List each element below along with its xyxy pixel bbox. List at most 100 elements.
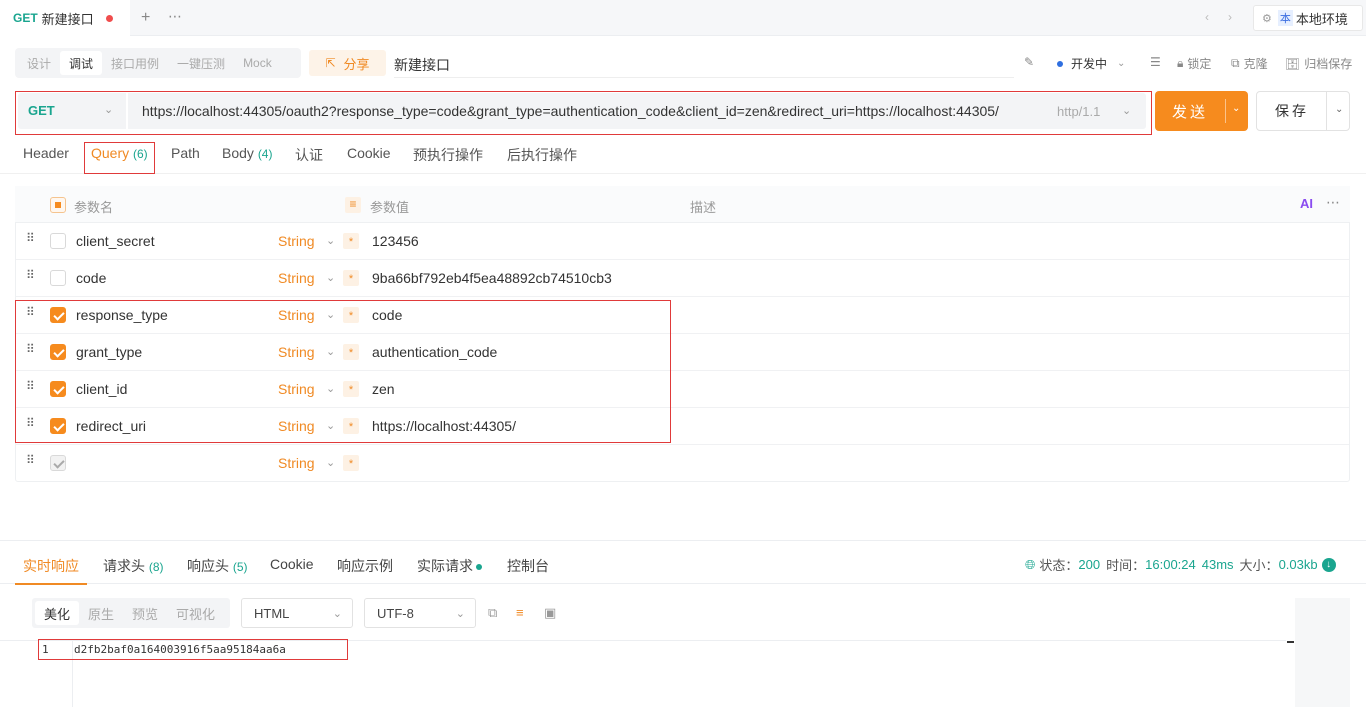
- param-name[interactable]: code: [76, 270, 106, 286]
- tab-header[interactable]: Header: [23, 145, 69, 161]
- param-type[interactable]: String: [278, 455, 315, 471]
- more-icon[interactable]: ⋯: [1326, 194, 1340, 211]
- outline-icon[interactable]: ☰: [1150, 55, 1161, 69]
- col-header-name: 参数名: [74, 200, 114, 215]
- send-button[interactable]: 发送 ⌄: [1155, 91, 1248, 131]
- save-button[interactable]: 保存 ⌄: [1256, 91, 1350, 131]
- mode-cases[interactable]: 接口用例: [102, 51, 168, 75]
- chevron-down-icon: ⌄: [455, 608, 465, 620]
- tab-cookie[interactable]: Cookie: [270, 556, 314, 572]
- drag-handle-icon[interactable]: ⠿: [26, 454, 36, 466]
- param-type[interactable]: String: [278, 270, 315, 286]
- highlight-box-response: [38, 639, 348, 660]
- tab-auth[interactable]: 认证: [295, 145, 323, 165]
- share-label: 分享: [343, 56, 370, 72]
- view-raw[interactable]: 原生: [79, 601, 123, 625]
- lock-icon: 🔒︎: [1177, 56, 1184, 70]
- clone-icon: ⧉: [1231, 56, 1240, 70]
- tab-actual-request[interactable]: 实际请求: [417, 556, 482, 576]
- row-checkbox-disabled: [50, 455, 66, 471]
- archive-icon: 🗄︎: [1285, 56, 1301, 71]
- clone-label: 克隆: [1243, 57, 1268, 71]
- param-value[interactable]: 123456: [372, 233, 419, 249]
- required-star-icon[interactable]: *: [343, 270, 359, 286]
- save-dropdown-icon[interactable]: ⌄: [1335, 104, 1343, 115]
- lock-button[interactable]: 🔒︎ 锁定: [1177, 55, 1211, 72]
- tab-response-headers[interactable]: 响应头 (5): [187, 556, 248, 576]
- ai-icon[interactable]: AI: [1300, 196, 1313, 211]
- status-dot-icon: [1057, 60, 1063, 67]
- more-tabs-icon[interactable]: ⋯: [168, 8, 182, 25]
- table-row: ⠿ code String ⌄ * 9ba66bf792eb4f5ea48892…: [16, 260, 1349, 297]
- format-value: HTML: [254, 605, 290, 621]
- highlight-box-url: [15, 91, 1152, 135]
- tab-path[interactable]: Path: [171, 145, 200, 161]
- environment-selector[interactable]: ⚙ 本 本地环境: [1253, 5, 1363, 31]
- tab-response-example[interactable]: 响应示例: [337, 556, 393, 576]
- row-checkbox[interactable]: [50, 233, 66, 249]
- row-checkbox[interactable]: [50, 270, 66, 286]
- clone-button[interactable]: ⧉ 克隆: [1231, 55, 1268, 72]
- param-name[interactable]: client_secret: [76, 233, 155, 249]
- format-selector[interactable]: HTML ⌄: [241, 598, 353, 628]
- param-value[interactable]: 9ba66bf792eb4f5ea48892cb74510cb3: [372, 270, 612, 286]
- copy-icon[interactable]: ⧉: [488, 605, 497, 621]
- mode-mock[interactable]: Mock: [234, 51, 281, 75]
- tab-cookie[interactable]: Cookie: [347, 145, 391, 161]
- highlight-box-query: [84, 142, 155, 174]
- drag-handle-icon[interactable]: ⠿: [26, 232, 36, 244]
- tab-body[interactable]: Body (4): [222, 145, 272, 161]
- drag-handle-icon[interactable]: ⠿: [26, 269, 36, 281]
- tab-response-headers-count: (5): [232, 560, 248, 574]
- bulk-edit-icon[interactable]: ≡: [345, 197, 361, 213]
- send-dropdown-icon[interactable]: ⌄: [1232, 103, 1240, 114]
- next-tab-icon[interactable]: ›: [1228, 10, 1232, 24]
- param-type[interactable]: String: [278, 233, 315, 249]
- api-name-input[interactable]: 新建接口: [394, 55, 450, 75]
- archive-save-button[interactable]: 🗄︎ 归档保存: [1285, 55, 1352, 72]
- col-header-desc: 描述: [690, 200, 717, 215]
- mode-debug[interactable]: 调试: [60, 51, 103, 75]
- download-icon[interactable]: ↓: [1321, 557, 1336, 572]
- tab-request-headers-label: 请求头: [103, 558, 145, 574]
- edit-icon[interactable]: ✎: [1024, 55, 1034, 69]
- chevron-down-icon: ⌄: [326, 272, 336, 284]
- share-icon: ⇱: [325, 56, 336, 70]
- table-row-new: ⠿ String ⌄ *: [16, 445, 1349, 482]
- chevron-down-icon: ⌄: [1117, 58, 1126, 69]
- wrap-icon[interactable]: ≡: [516, 605, 524, 620]
- select-all-checkbox[interactable]: [50, 197, 66, 213]
- param-tabs: Header Query (6) Path Body (4) 认证 Cookie…: [0, 140, 1366, 174]
- divider: [394, 77, 1014, 78]
- table-row: ⠿ client_secret String ⌄ * 123456: [16, 223, 1349, 260]
- mode-load-test[interactable]: 一键压测: [168, 51, 234, 75]
- prev-tab-icon[interactable]: ‹: [1205, 10, 1209, 24]
- status-selector[interactable]: 开发中 ⌄: [1057, 55, 1125, 72]
- view-visualize[interactable]: 可视化: [167, 601, 224, 625]
- time-value: 16:00:24: [1145, 557, 1196, 572]
- tab-pre-operations[interactable]: 预执行操作: [413, 145, 483, 165]
- tab-new-api[interactable]: GET 新建接口: [0, 0, 130, 36]
- encoding-selector[interactable]: UTF-8 ⌄: [364, 598, 476, 628]
- chevron-down-icon: ⌄: [326, 457, 336, 469]
- tab-request-headers-count: (8): [148, 560, 164, 574]
- tab-actual-request-label: 实际请求: [417, 558, 473, 574]
- save-file-icon[interactable]: ▣: [544, 605, 556, 621]
- add-tab-icon[interactable]: +: [141, 9, 150, 27]
- tab-post-operations[interactable]: 后执行操作: [507, 145, 577, 165]
- view-beautify[interactable]: 美化: [35, 601, 80, 625]
- tab-request-headers[interactable]: 请求头 (8): [103, 556, 164, 576]
- tab-live-response[interactable]: 实时响应: [23, 556, 79, 576]
- share-button[interactable]: ⇱ 分享: [309, 50, 386, 76]
- size-label: 大小：: [1239, 558, 1279, 573]
- encoding-value: UTF-8: [377, 605, 414, 621]
- tab-console[interactable]: 控制台: [507, 556, 549, 576]
- status-code: 200: [1078, 557, 1101, 572]
- required-star-icon[interactable]: *: [343, 455, 359, 471]
- gear-icon: ⚙: [1262, 12, 1272, 25]
- required-star-icon[interactable]: *: [343, 233, 359, 249]
- view-preview[interactable]: 预览: [123, 601, 167, 625]
- minimap[interactable]: [1295, 598, 1350, 707]
- send-label: 发送: [1171, 103, 1208, 121]
- mode-design[interactable]: 设计: [18, 51, 60, 75]
